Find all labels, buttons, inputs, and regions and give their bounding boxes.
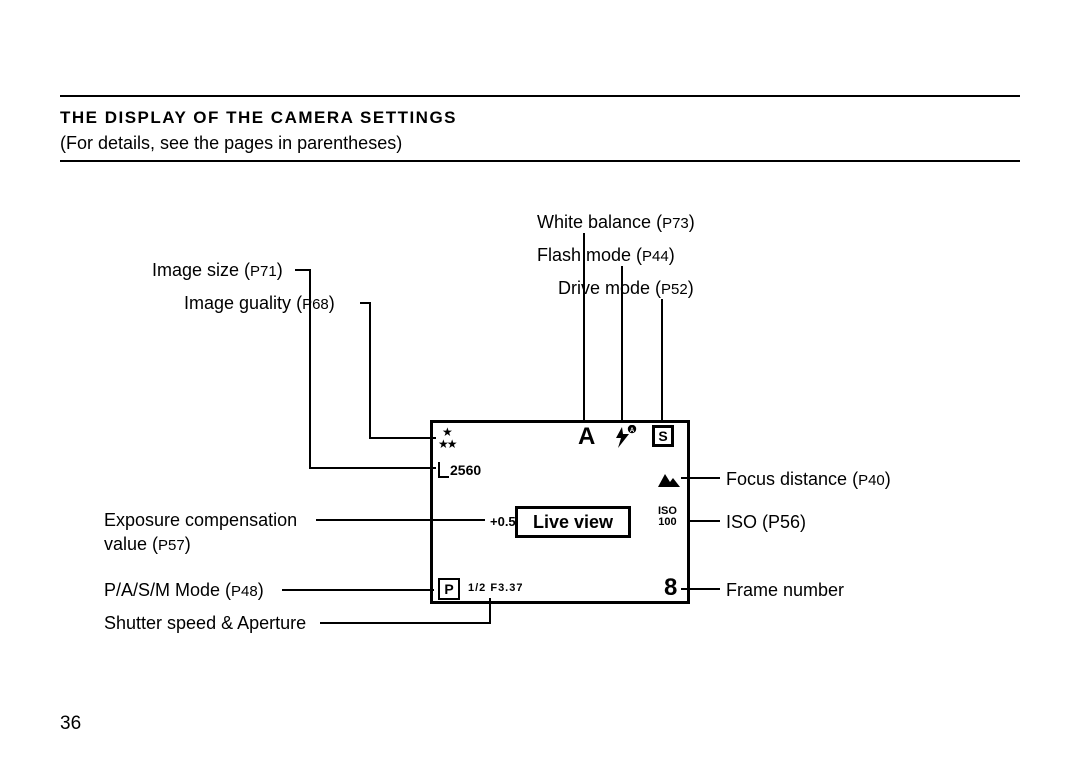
iso-value: ISO 100 [658,506,677,528]
white-balance-value: A [578,423,595,451]
shutter-aperture-value: 1/2 F3.37 [468,582,523,594]
quality-stars-icon-row2: ★★ [438,437,456,451]
focus-distance-icon [657,470,681,493]
label-iso: ISO (P56) [726,512,806,533]
drive-mode-icon: S [652,425,674,447]
label-focus-distance: Focus distance (P40) [726,469,891,490]
section-subtitle: (For details, see the pages in parenthes… [60,133,402,154]
label-pasm-mode: P/A/S/M Mode (P48) [104,580,264,601]
ev-compensation-value: +0.5 [490,514,516,529]
label-image-size: Image size (P71) [152,260,283,281]
label-drive-mode: Drive mode (P52) [558,278,694,299]
flash-icon: A [610,425,640,454]
page-number: 36 [60,713,81,735]
label-ev-comp: Exposure compensation [104,510,297,531]
label-frame-number: Frame number [726,580,844,601]
frame-number-value: 8 [664,574,677,602]
image-size-value: 2560 [438,462,481,478]
page: THE DISPLAY OF THE CAMERA SETTINGS (For … [0,0,1080,765]
size-bracket-icon [438,462,449,478]
label-ev-comp-line2: value (P57) [104,534,191,555]
image-size-number: 2560 [450,462,481,478]
label-shutter-aperture: Shutter speed & Aperture [104,613,306,634]
rule-top [60,95,1020,97]
label-image-quality: Image guality (P68) [184,293,335,314]
live-view-badge: Live view [515,506,631,538]
mode-indicator: P [438,578,460,600]
svg-text:A: A [630,428,635,434]
iso-number: 100 [658,517,677,528]
section-title: THE DISPLAY OF THE CAMERA SETTINGS [60,108,457,128]
label-flash-mode: Flash mode (P44) [537,245,675,266]
rule-under-title [60,160,1020,162]
label-white-balance: White balance (P73) [537,212,695,233]
